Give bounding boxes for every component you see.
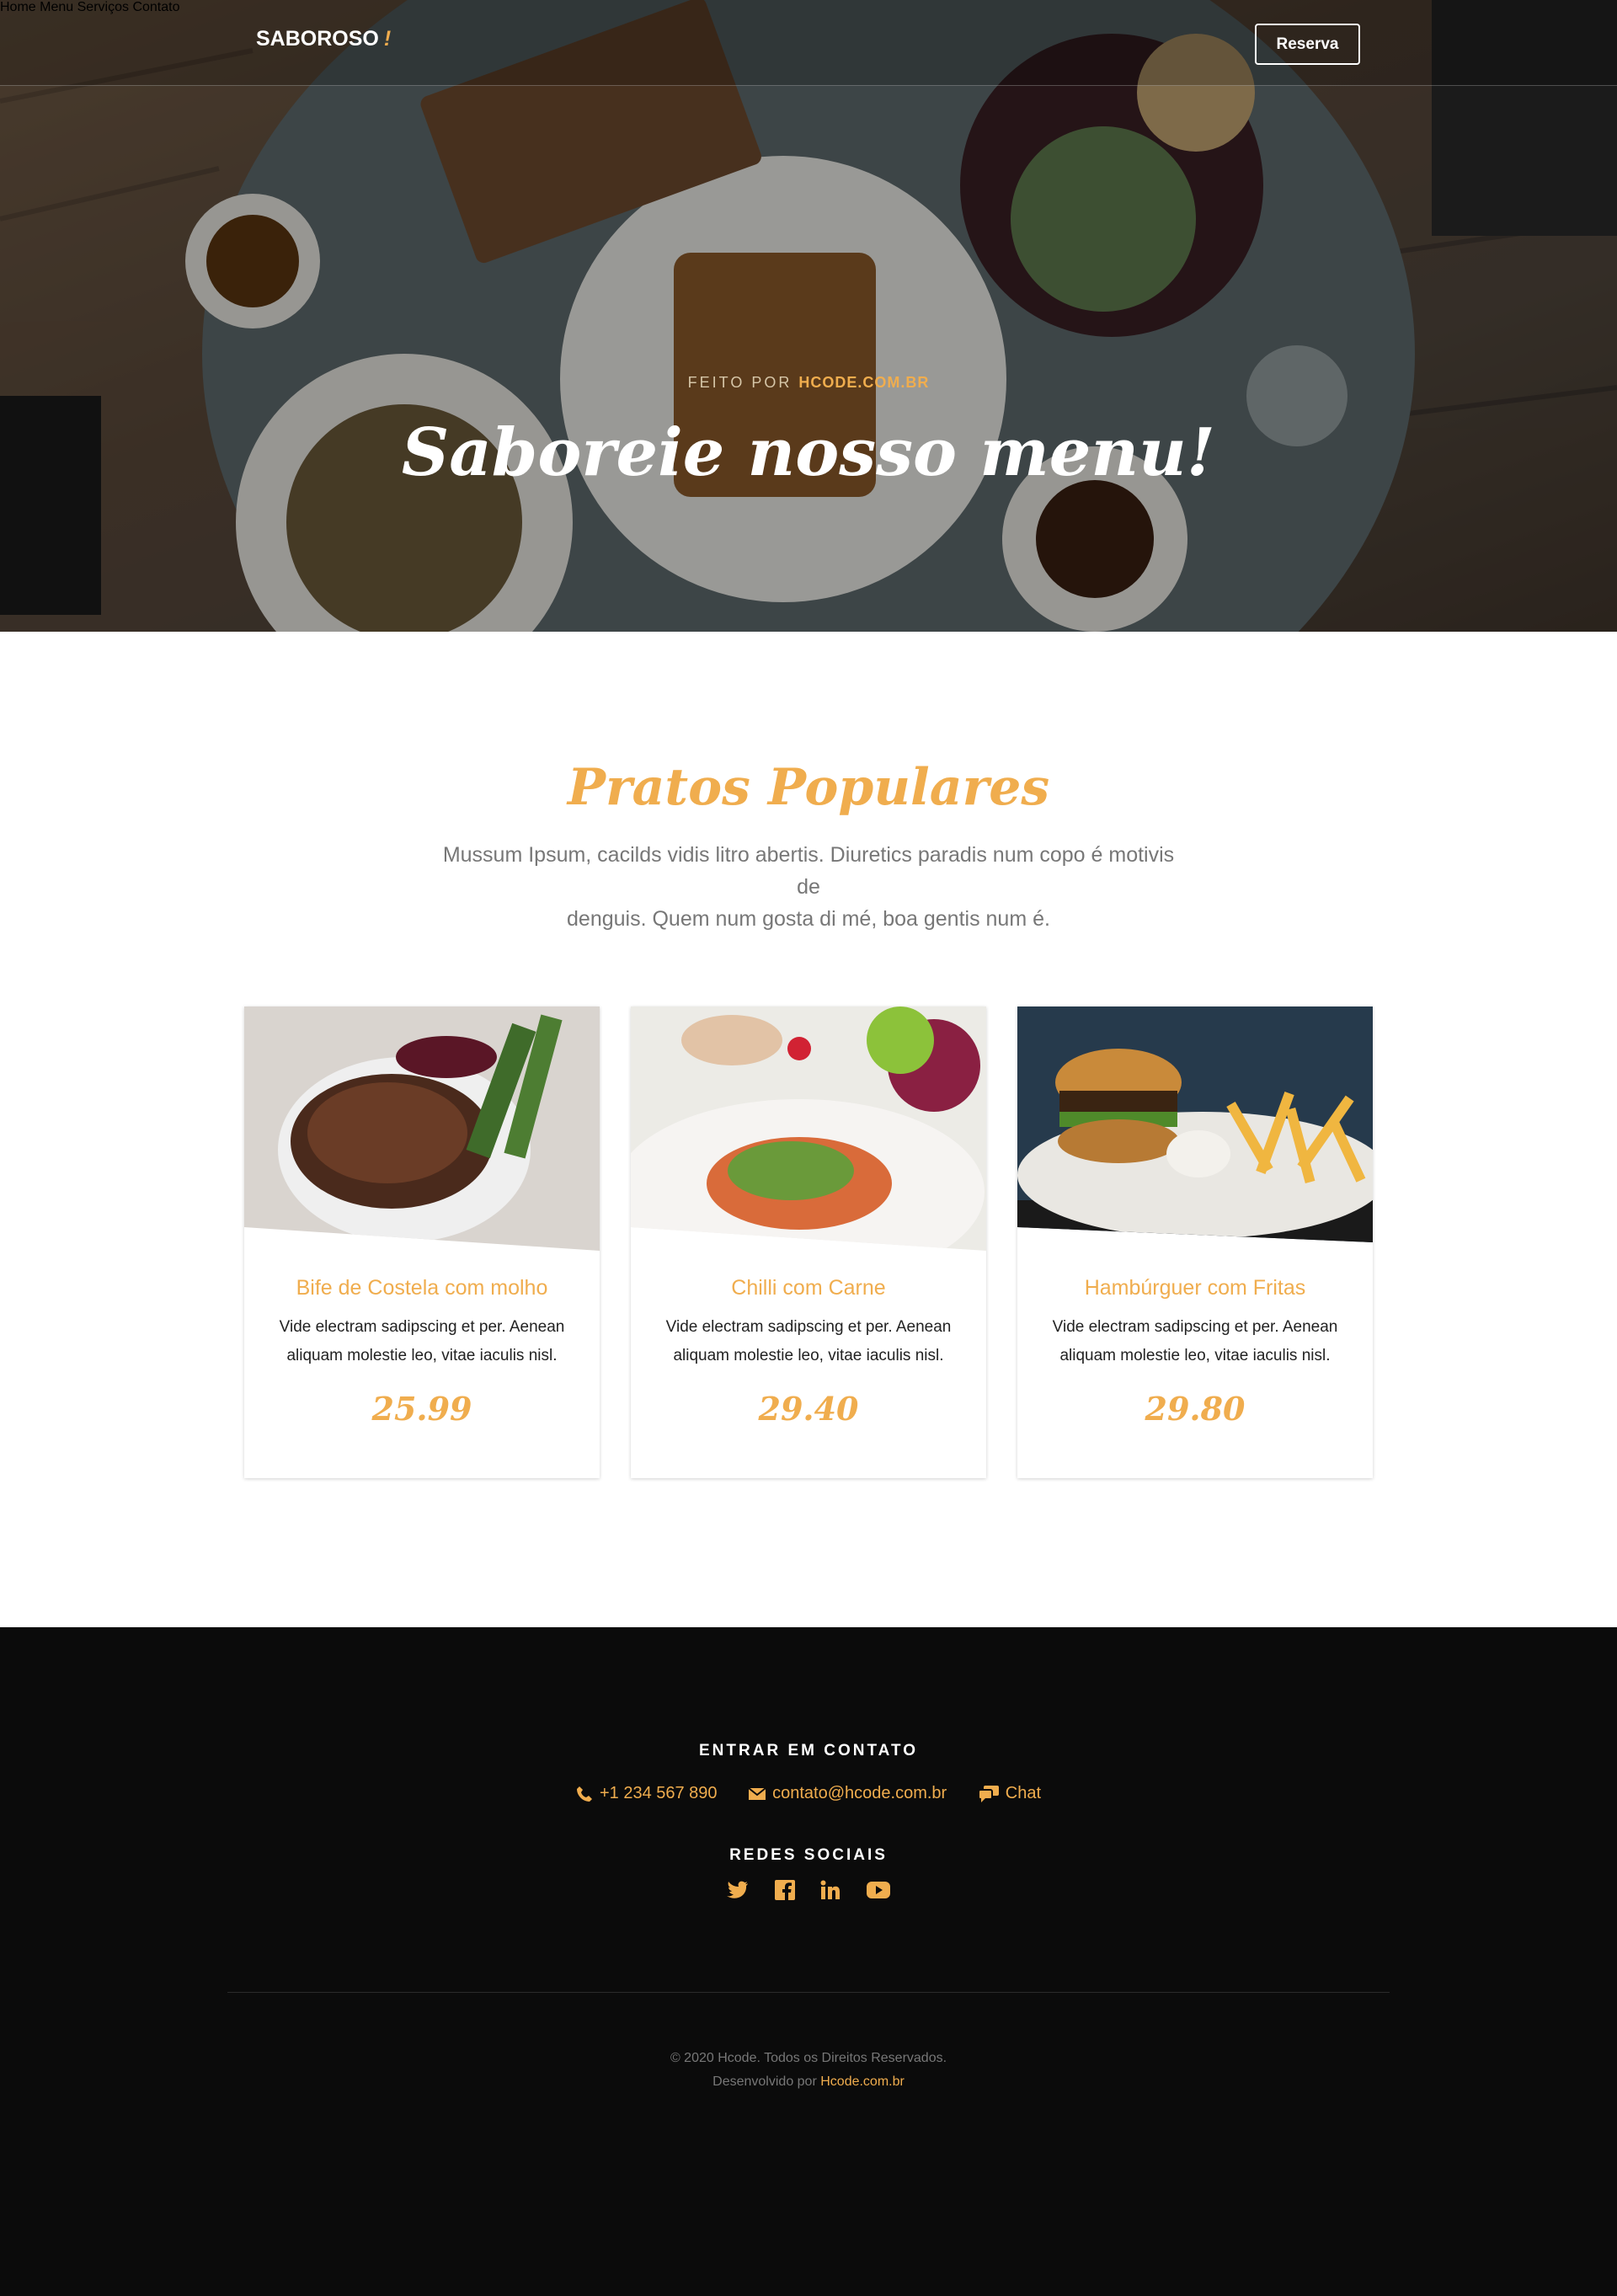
- dish-image-burger: [1017, 1007, 1373, 1259]
- chat-link[interactable]: Chat: [978, 1784, 1041, 1803]
- dish-description: Vide electram sadipscing et per. Aenean a…: [1052, 1318, 1338, 1364]
- hero-subtitle-link[interactable]: HCODE.COM.BR: [798, 374, 929, 391]
- phone-link[interactable]: +1 234 567 890: [576, 1784, 718, 1803]
- footer-divider: [227, 1992, 1390, 1993]
- dish-price: 29.40: [758, 1390, 859, 1428]
- copyright: © 2020 Hcode. Todos os Direitos Reservad…: [670, 2051, 947, 2089]
- reserva-button[interactable]: Reserva: [1255, 24, 1360, 65]
- contact-list: +1 234 567 890 contato@hcode.com.br Chat: [0, 1784, 1617, 1803]
- dish-image-salad: [631, 1007, 986, 1259]
- hero-subtitle: FEITO POR HCODE.COM.BR: [687, 374, 930, 391]
- dish-name: Bife de Costela com molho: [296, 1276, 548, 1300]
- linkedin-icon[interactable]: [820, 1880, 841, 1900]
- nav-link-menu[interactable]: Menu: [40, 0, 73, 14]
- hero-overlay: [0, 0, 1617, 632]
- dish-name: Hambúrguer com Fritas: [1084, 1276, 1306, 1300]
- section-title: Pratos Populares: [567, 758, 1050, 817]
- nav-link-home[interactable]: Home: [0, 0, 36, 14]
- nav-link-servicos[interactable]: Serviços: [77, 0, 129, 14]
- youtube-icon[interactable]: [866, 1882, 890, 1898]
- chat-icon: [978, 1785, 999, 1802]
- popular-dishes-section: Pratos Populares Mussum Ipsum, cacilds v…: [0, 632, 1617, 1627]
- twitter-icon[interactable]: [727, 1881, 749, 1899]
- dish-price: 29.80: [1145, 1390, 1246, 1428]
- dish-card[interactable]: Chilli com Carne Vide electram sadipscin…: [631, 1007, 986, 1478]
- section-description: Mussum Ipsum, cacilds vidis litro aberti…: [442, 843, 1175, 931]
- nav-link-contato[interactable]: Contato: [132, 0, 179, 14]
- brand-logo[interactable]: SABOROSO!: [256, 27, 391, 51]
- dish-price: 25.99: [371, 1390, 472, 1428]
- hero-section: SABOROSO! Home Menu Serviços Contato Res…: [0, 0, 1617, 632]
- social-links: [0, 1880, 1617, 1900]
- dish-description: Vide electram sadipscing et per. Aenean a…: [665, 1318, 952, 1364]
- top-navbar: SABOROSO! Home Menu Serviços Contato Res…: [0, 0, 1617, 86]
- social-heading: REDES SOCIAIS: [729, 1846, 888, 1864]
- dish-card[interactable]: Bife de Costela com molho Vide electram …: [244, 1007, 600, 1478]
- hero-title: Saboreie nosso menu!: [401, 414, 1216, 491]
- facebook-icon[interactable]: [774, 1880, 795, 1900]
- dish-name: Chilli com Carne: [731, 1276, 886, 1300]
- dish-image-steak: [244, 1007, 600, 1259]
- dish-description: Vide electram sadipscing et per. Aenean a…: [279, 1318, 565, 1364]
- email-link[interactable]: contato@hcode.com.br: [749, 1784, 947, 1803]
- envelope-icon: [749, 1786, 766, 1800]
- developer-link[interactable]: Hcode.com.br: [820, 2074, 905, 2089]
- footer: ENTRAR EM CONTATO +1 234 567 890 contato…: [0, 1627, 1617, 2296]
- phone-icon: [576, 1786, 592, 1802]
- contact-heading: ENTRAR EM CONTATO: [699, 1742, 918, 1759]
- dish-card[interactable]: Hambúrguer com Fritas Vide electram sadi…: [1017, 1007, 1373, 1478]
